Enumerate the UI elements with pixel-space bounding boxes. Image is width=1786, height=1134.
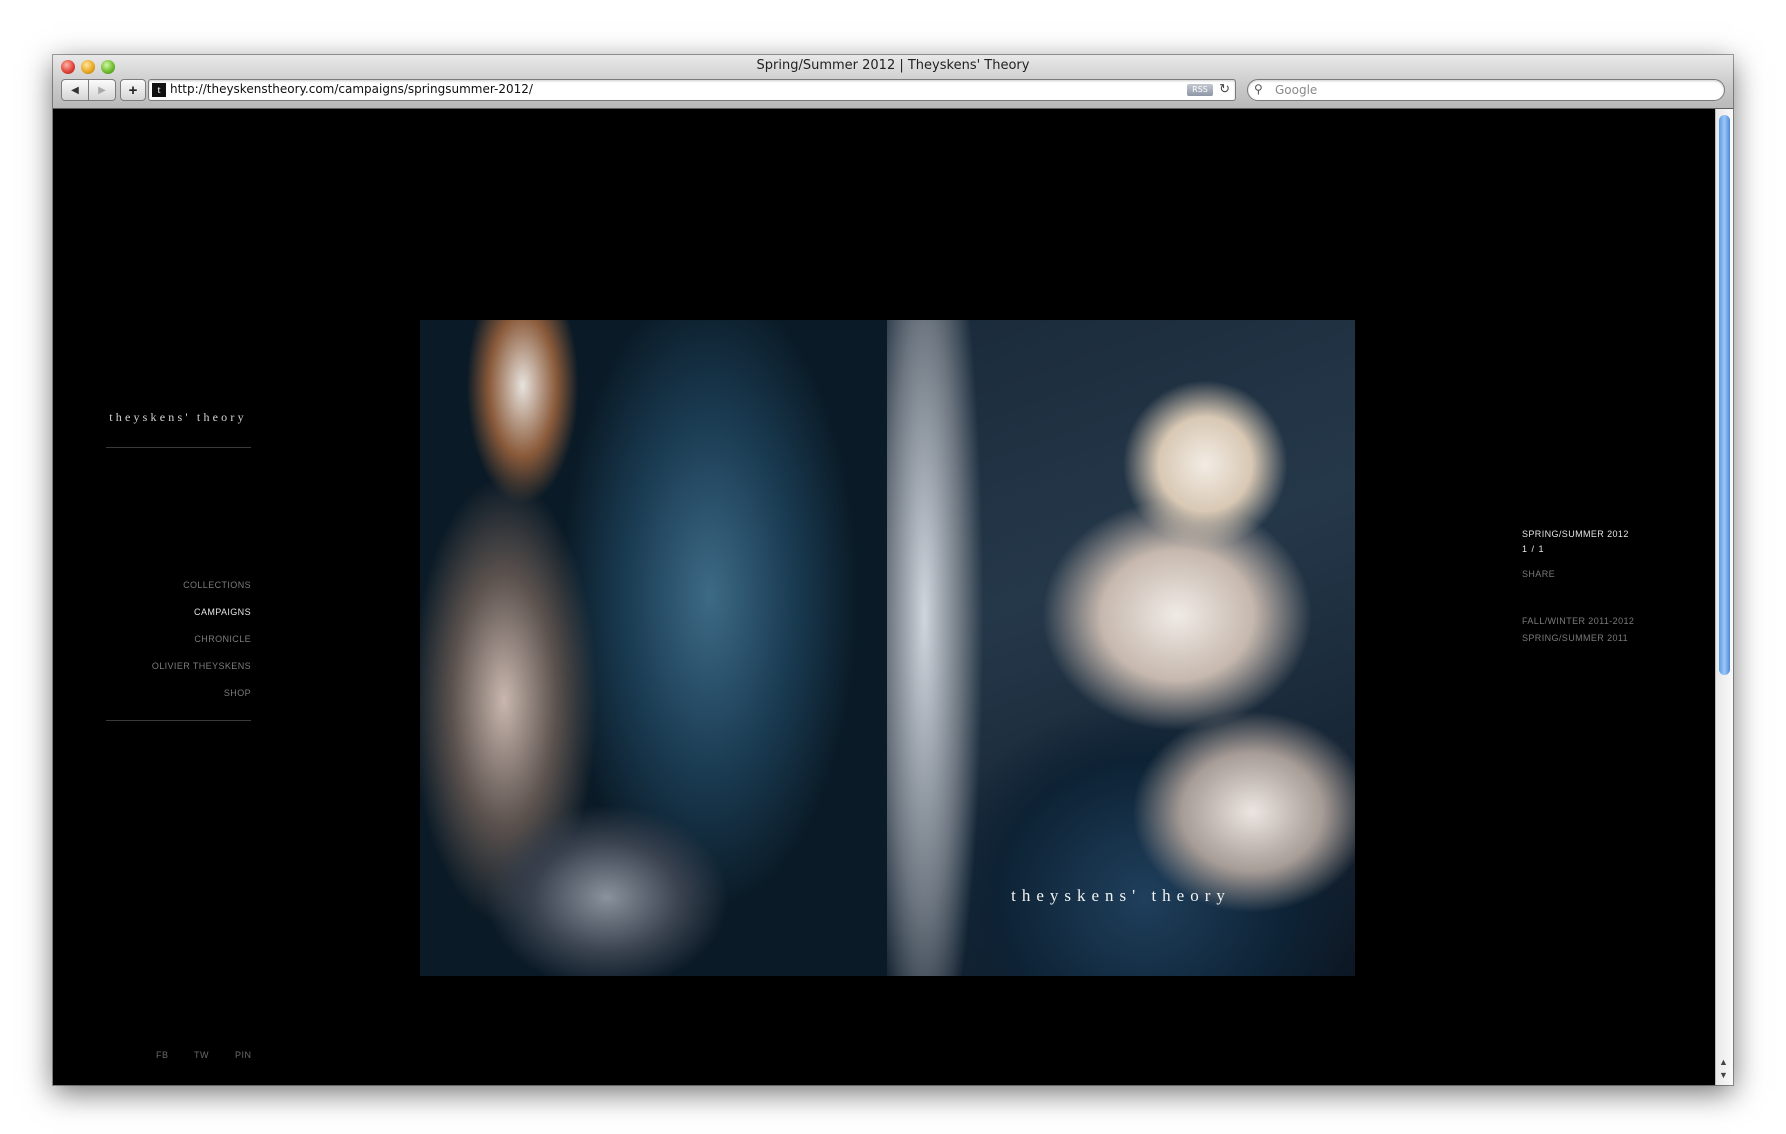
search-input[interactable]: Google — [1275, 83, 1317, 97]
magnifier-icon: ⚲ — [1254, 82, 1263, 96]
plus-icon: + — [128, 81, 138, 99]
nav-item-campaigns[interactable]: CAMPAIGNS — [106, 605, 251, 632]
campaign-photo-right: theyskens' theory — [887, 320, 1355, 976]
back-button[interactable]: ◀ — [61, 79, 89, 101]
page-viewport: theyskens' theory COLLECTIONS CAMPAIGNS … — [53, 109, 1716, 1085]
current-campaign-title: SPRING/SUMMER 2012 — [1522, 529, 1629, 539]
photo-caption: theyskens' theory — [1011, 886, 1231, 905]
reload-icon[interactable]: ↻ — [1219, 81, 1230, 97]
social-link-tw[interactable]: TW — [194, 1050, 209, 1060]
nav-divider-top — [106, 447, 251, 448]
nav-item-shop[interactable]: SHOP — [106, 686, 251, 713]
social-link-fb[interactable]: FB — [156, 1050, 169, 1060]
scroll-up-arrow-icon[interactable]: ▲ — [1719, 1057, 1728, 1067]
nav-item-olivier-theyskens[interactable]: OLIVIER THEYSKENS — [106, 659, 251, 686]
window-title: Spring/Summer 2012 | Theyskens' Theory — [756, 58, 1030, 73]
add-bookmark-button[interactable]: + — [120, 79, 146, 101]
site-logo[interactable]: theyskens' theory — [93, 410, 263, 425]
campaign-info-panel: SPRING/SUMMER 2012 1 / 1 SHARE FALL/WINT… — [1522, 529, 1682, 650]
title-bar: Spring/Summer 2012 | Theyskens' Theory ◀… — [53, 55, 1733, 109]
campaign-photo-left — [420, 320, 887, 976]
other-campaigns-list: FALL/WINTER 2011-2012 SPRING/SUMMER 2011 — [1522, 616, 1682, 650]
url-field[interactable]: http://theyskenstheory.com/campaigns/spr… — [170, 82, 533, 96]
social-link-pin[interactable]: PIN — [235, 1050, 252, 1060]
rss-button[interactable]: RSS — [1187, 84, 1213, 96]
forward-button[interactable]: ▶ — [89, 79, 116, 101]
campaign-link-ss-2011[interactable]: SPRING/SUMMER 2011 — [1522, 633, 1682, 650]
site-favicon-icon: t — [152, 83, 166, 97]
nav-divider-bottom — [106, 720, 251, 721]
back-arrow-icon: ◀ — [71, 84, 79, 96]
image-counter: 1 / 1 — [1522, 544, 1545, 554]
forward-arrow-icon: ▶ — [98, 84, 106, 96]
vertical-scrollbar[interactable]: ▲ ▼ — [1715, 109, 1733, 1085]
scrollbar-thumb[interactable] — [1719, 115, 1730, 675]
address-bar[interactable]: t http://theyskenstheory.com/campaigns/s… — [148, 79, 1236, 101]
nav-item-chronicle[interactable]: CHRONICLE — [106, 632, 251, 659]
search-bar[interactable]: ⚲ Google — [1247, 79, 1725, 101]
nav-item-collections[interactable]: COLLECTIONS — [106, 578, 251, 605]
history-buttons: ◀ ▶ — [61, 79, 116, 101]
share-link[interactable]: SHARE — [1522, 569, 1682, 579]
scroll-down-arrow-icon[interactable]: ▼ — [1719, 1070, 1728, 1080]
browser-window: Spring/Summer 2012 | Theyskens' Theory ◀… — [53, 55, 1733, 1085]
campaign-link-fw-2011-2012[interactable]: FALL/WINTER 2011-2012 — [1522, 616, 1682, 633]
main-nav: COLLECTIONS CAMPAIGNS CHRONICLE OLIVIER … — [106, 578, 251, 713]
